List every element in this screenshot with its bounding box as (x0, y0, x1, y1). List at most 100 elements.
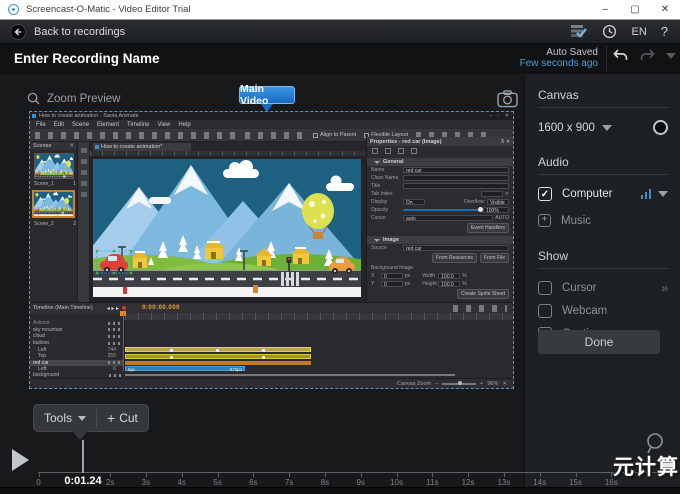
settings-sidebar: Canvas 1600 x 900 Audio ✓ Computer + Mus… (524, 74, 680, 494)
editor-titlebar: How to create animation - Saola Animate … (30, 112, 513, 120)
cursor-label[interactable]: Cursor (562, 282, 597, 294)
close-button[interactable]: ✕ (650, 0, 680, 19)
done-button[interactable]: Done (538, 330, 660, 354)
cut-plus-icon[interactable]: + (107, 410, 115, 426)
add-music-button[interactable]: + (538, 214, 551, 227)
properties-close-icon: ⊼ ✕ (501, 139, 510, 145)
minimize-button[interactable]: – (590, 0, 620, 19)
play-button[interactable] (12, 449, 29, 471)
document-tab: How to create animation* (93, 143, 191, 151)
webcam-label[interactable]: Webcam (562, 305, 607, 317)
track-sky-mountain: sky mountain (33, 327, 62, 333)
current-time-label: 0:01.24 (61, 475, 104, 487)
editor-menubar: File Edit Scene Element Timeline View He… (30, 120, 513, 129)
ruler-tick-label: 13s (497, 478, 510, 487)
main-video-badge: Main Video (239, 86, 295, 104)
cursor-checkbox[interactable] (538, 281, 552, 295)
canvas-zoom-slider (442, 383, 476, 385)
tools-bubble-tail (72, 431, 88, 440)
computer-audio-checkbox[interactable]: ✓ (538, 187, 552, 201)
ruler-tick-label: 8s (321, 478, 329, 487)
prop-y-label: Y (371, 281, 379, 287)
keyframe-bar-balloon-top (125, 354, 311, 359)
actions-column-label: Actions (33, 320, 49, 326)
canvas-size-dropdown[interactable]: 1600 x 900 (538, 122, 595, 134)
screenshot-camera-button[interactable] (497, 90, 518, 108)
ruler-tick (361, 472, 362, 477)
ruler-tick (39, 472, 40, 477)
prop-height-input: 100.0 (438, 281, 460, 287)
help-button[interactable]: ? (661, 24, 668, 39)
prop-title-input (403, 183, 509, 189)
tools-dropdown[interactable]: Tools (44, 411, 72, 425)
history-clock-icon[interactable] (602, 24, 617, 39)
from-resources-button: From Resources (432, 253, 477, 263)
editor-statusbar: Canvas Zoom – + 96% ✕ (30, 378, 513, 389)
volume-bars-icon[interactable] (641, 189, 652, 199)
ruler-tick-label: 10s (390, 478, 403, 487)
canvas-tabbar: How to create animation* (90, 142, 366, 151)
ruler-tick-label: 6s (249, 478, 257, 487)
scene-thumbnail-2-selected (32, 190, 75, 218)
properties-title: Properties - red car (Image) (370, 139, 442, 145)
ruler-tick (432, 472, 433, 477)
bar-end-label: 570px (230, 367, 242, 372)
prop-x-input: 0 (381, 273, 403, 279)
bottom-strip (0, 487, 680, 494)
webcam-checkbox[interactable] (538, 304, 552, 318)
statusbar-close-icon: ✕ (502, 381, 507, 387)
ruler-tick-label: 3s (142, 478, 150, 487)
ruler-tick-label: 15s (569, 478, 582, 487)
computer-audio-label[interactable]: Computer (562, 188, 613, 200)
menu-file: File (36, 122, 46, 128)
canvas-color-swatch[interactable] (653, 120, 668, 135)
computer-audio-caret-icon[interactable] (658, 191, 668, 197)
language-selector[interactable]: EN (631, 26, 646, 38)
align-to-parent-label: Align to Parent (320, 132, 356, 138)
undo-menu-caret[interactable] (666, 53, 676, 59)
zoom-preview-control[interactable]: Zoom Preview (27, 92, 121, 105)
x-unit: px (405, 273, 410, 279)
app-logo-icon (8, 4, 19, 15)
menu-scene: Scene (72, 122, 89, 128)
app-window: Screencast-O-Matic - Video Editor Trial … (0, 0, 680, 494)
back-button[interactable] (10, 24, 26, 40)
background-image-label: Background Image (371, 265, 431, 271)
section-divider (538, 107, 668, 108)
redo-button[interactable] (639, 48, 656, 64)
main-video-preview[interactable]: How to create animation - Saola Animate … (29, 111, 514, 389)
cursor-expand-chevrons[interactable]: » (661, 281, 668, 295)
playhead[interactable] (82, 440, 84, 473)
tools-caret-icon[interactable] (78, 416, 86, 421)
canvas-area (90, 157, 366, 302)
ruler-tick-label: 14s (533, 478, 546, 487)
back-to-recordings-label[interactable]: Back to recordings (34, 26, 125, 38)
maximize-button[interactable]: ▢ (620, 0, 650, 19)
bubble-divider (96, 409, 97, 427)
prop-cursor-input: auto (403, 215, 493, 221)
prop-opacity-slider (403, 209, 481, 211)
cut-button[interactable]: Cut (119, 411, 138, 425)
toolbar-icons (35, 132, 235, 139)
balloon-top-value: 255 (108, 353, 116, 359)
background-track-bar (125, 374, 455, 376)
ruler-tick-label: 0 (36, 478, 40, 487)
magnifier-icon (27, 92, 40, 105)
upload-check-icon[interactable] (570, 24, 588, 39)
editor-side-tool-strip (78, 142, 90, 302)
canvas-zoom-label: Canvas Zoom (397, 381, 431, 387)
music-label[interactable]: Music (561, 215, 591, 227)
ruler-tick-label: 5s (213, 478, 221, 487)
bar-start-label: 6px (128, 367, 135, 372)
timeline-scrubber[interactable] (38, 472, 676, 473)
editor-header: Enter Recording Name Auto Saved Few seco… (0, 44, 680, 74)
prop-tabindex-input (481, 191, 503, 197)
image-section-header: Image (383, 237, 399, 243)
prop-class-label: Class Name (371, 175, 401, 181)
undo-button[interactable] (612, 48, 629, 64)
ruler-tick-label: 4s (177, 478, 185, 487)
timeline-ruler (125, 313, 513, 320)
keyframe-bar-red-car (125, 361, 311, 365)
recording-name-field[interactable]: Enter Recording Name (14, 51, 160, 66)
canvas-size-caret-icon[interactable] (602, 125, 612, 131)
